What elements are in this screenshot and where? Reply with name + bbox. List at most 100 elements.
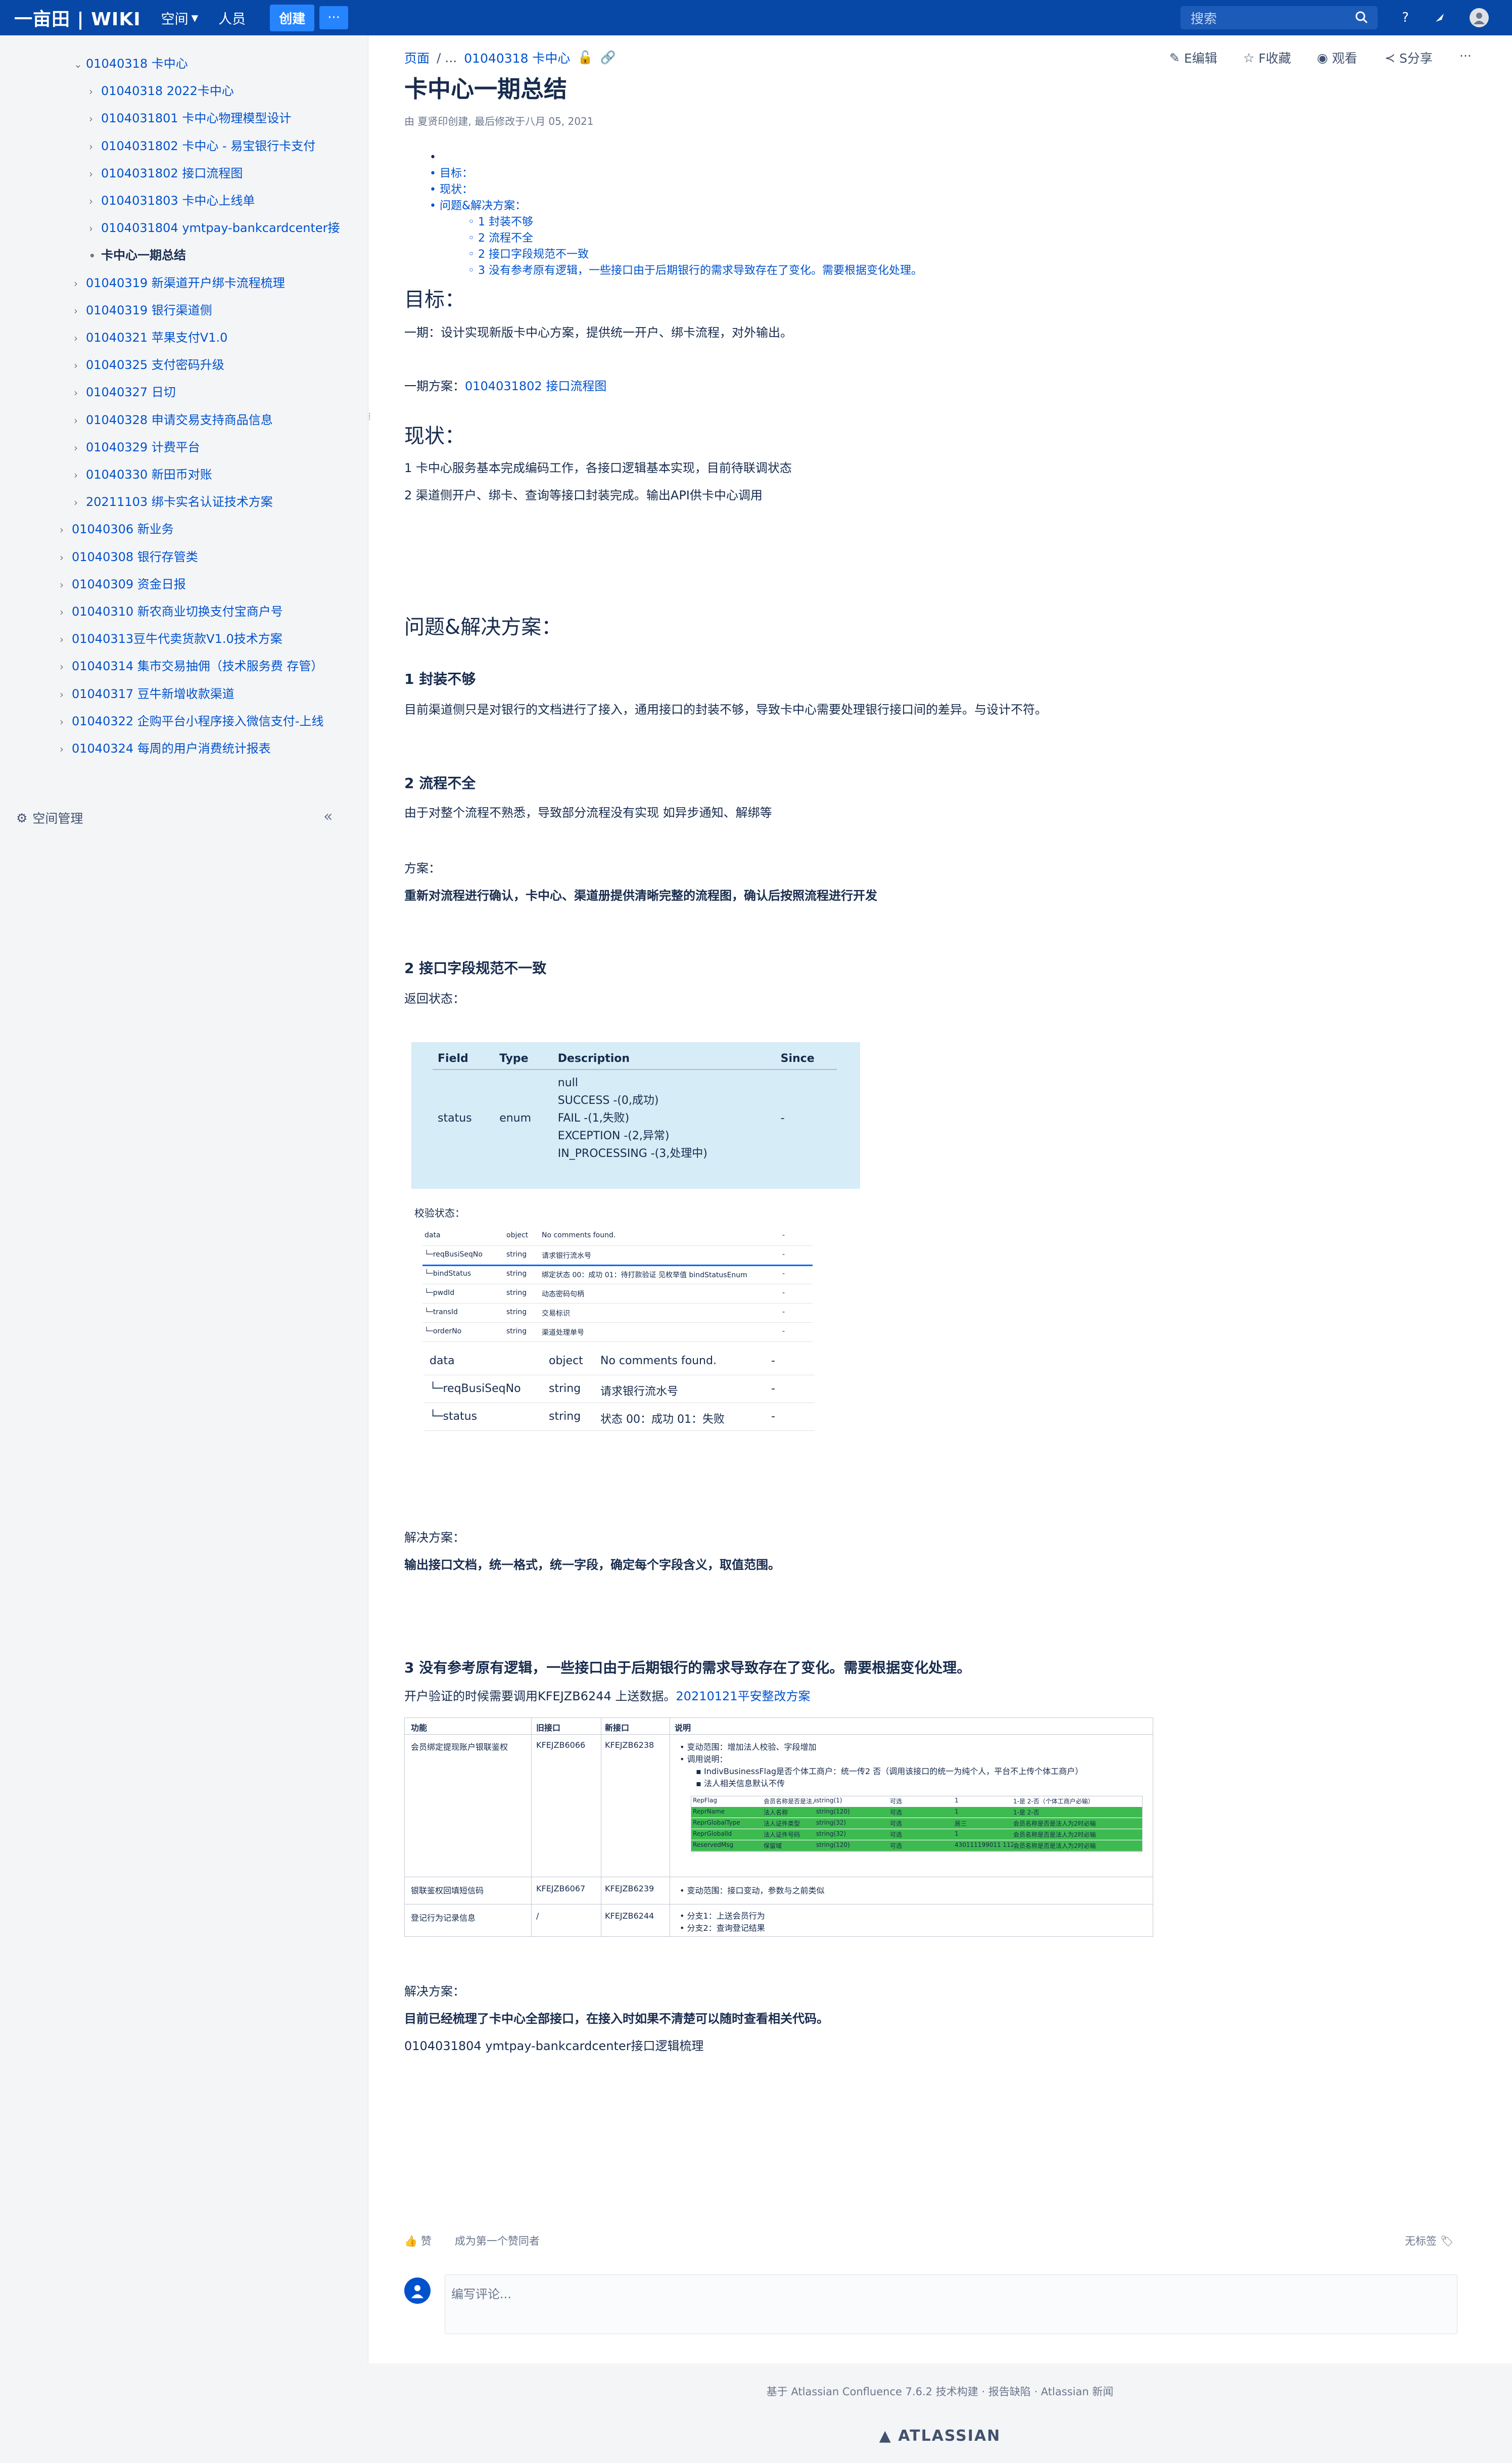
- footer-news[interactable]: Atlassian 新闻: [1041, 2386, 1114, 2398]
- help-icon[interactable]: ?: [1396, 8, 1415, 27]
- footer-built-by[interactable]: 基于 Atlassian Confluence 7.6.2 技术构建: [767, 2386, 978, 2398]
- sidebar-tree-item[interactable]: › 01040324 每周的用户消费统计报表: [60, 738, 354, 756]
- toc-item[interactable]: • 目标：: [430, 166, 922, 182]
- chevron-right-icon[interactable]: ›: [74, 277, 86, 290]
- wiki-logo[interactable]: 一亩田 | WIKI: [14, 5, 141, 31]
- breadcrumb-ellipsis[interactable]: / ...: [437, 51, 457, 65]
- chevron-right-icon[interactable]: ›: [74, 442, 86, 454]
- sidebar-tree-item[interactable]: › 01040325 支付密码升级: [74, 355, 354, 373]
- toc-item[interactable]: ◦ 1 封装不够: [468, 214, 922, 230]
- chevron-down-icon[interactable]: ⌄: [74, 58, 86, 70]
- chevron-right-icon[interactable]: ›: [74, 469, 86, 481]
- chevron-right-icon[interactable]: ›: [74, 305, 86, 317]
- chevron-right-icon[interactable]: ›: [74, 496, 86, 508]
- breadcrumb-parent[interactable]: 01040318 卡中心: [464, 49, 570, 67]
- problem-4-plan-link[interactable]: 0104031804 ymtpay-bankcardcenter接口逻辑梳理: [404, 2036, 704, 2054]
- sidebar-tree-item[interactable]: › 01040322 企购平台小程序接入微信支付-上线: [60, 711, 354, 729]
- sidebar-tree-item[interactable]: › 01040309 资金日报: [60, 574, 354, 592]
- sidebar-tree-item[interactable]: › 01040327 日切: [74, 382, 354, 400]
- sidebar-tree-item[interactable]: • 卡中心一期总结: [89, 245, 354, 263]
- chevron-right-icon[interactable]: ›: [89, 141, 101, 153]
- chevron-right-icon[interactable]: ›: [89, 85, 101, 98]
- watch-button[interactable]: ◉ 观看: [1317, 49, 1357, 67]
- toc-item[interactable]: ◦ 2 流程不全: [468, 230, 922, 247]
- sidebar-tree-item[interactable]: › 01040319 银行渠道侧: [74, 300, 354, 318]
- atlassian-logo[interactable]: ▲ ATLASSIAN: [368, 2427, 1512, 2445]
- chevron-right-icon[interactable]: ›: [60, 524, 72, 536]
- sidebar-tree-item[interactable]: › 01040310 新农商业切换支付宝商户号: [60, 601, 354, 619]
- sidebar-tree-item[interactable]: › 01040314 集市交易抽佣（技术服务费 存管）: [60, 656, 354, 674]
- sidebar-tree-item[interactable]: › 0104031801 卡中心物理模型设计: [89, 108, 354, 126]
- like-button[interactable]: 👍 赞: [404, 2233, 432, 2248]
- toc-item[interactable]: ◦ 3 没有参考原有逻辑，一些接口由于后期银行的需求导致存在了变化。需要根据变化…: [468, 263, 922, 279]
- sidebar-tree-item[interactable]: › 01040319 新渠道开户绑卡流程梳理: [74, 273, 354, 291]
- chevron-right-icon[interactable]: ›: [74, 359, 86, 371]
- chevron-right-icon[interactable]: ›: [60, 688, 72, 701]
- sidebar-tree-item[interactable]: › 0104031804 ymtpay-bankcardcenter接: [89, 218, 354, 236]
- chevron-right-icon[interactable]: ›: [60, 579, 72, 591]
- sidebar-tree-item[interactable]: › 20211103 绑卡实名认证技术方案: [74, 492, 354, 509]
- verify-cell: No comments found.: [542, 1231, 616, 1239]
- notification-icon[interactable]: [1430, 8, 1449, 27]
- chevron-right-icon[interactable]: ›: [60, 633, 72, 645]
- sidebar-tree-item[interactable]: › 01040313豆牛代卖货款V1.0技术方案: [60, 629, 354, 646]
- sidebar-tree-item[interactable]: › 01040328 申请交易支持商品信息: [74, 410, 354, 428]
- chevron-right-icon[interactable]: ›: [74, 414, 86, 427]
- chevron-right-icon[interactable]: ›: [89, 168, 101, 180]
- table-header: Description: [552, 1048, 776, 1070]
- sidebar-tree-item[interactable]: › 01040321 苹果支付V1.0: [74, 328, 354, 345]
- lock-icon[interactable]: 🔓: [577, 50, 593, 65]
- toc-item[interactable]: • 问题&解决方案：: [430, 198, 922, 214]
- more-actions-button[interactable]: ···: [1459, 49, 1472, 63]
- sidebar-tree-item[interactable]: › 01040330 新田币对账: [74, 464, 354, 482]
- chevron-right-icon[interactable]: ›: [74, 387, 86, 399]
- itable-cell: 登记行为记录信息: [411, 1913, 476, 1923]
- chevron-right-icon[interactable]: ›: [89, 113, 101, 125]
- bullet-icon[interactable]: •: [89, 250, 101, 262]
- chevron-right-icon[interactable]: ›: [60, 551, 72, 564]
- sidebar-tree-item[interactable]: › 01040318 2022卡中心: [89, 81, 354, 99]
- chevron-right-icon[interactable]: ›: [60, 716, 72, 728]
- sidebar-tree-item[interactable]: › 0104031803 卡中心上线单: [89, 191, 354, 208]
- edit-button[interactable]: ✎ E编辑: [1169, 49, 1217, 67]
- problem-4-link[interactable]: 20210121平安整改方案: [676, 1689, 810, 1703]
- chevron-right-icon[interactable]: ›: [60, 661, 72, 673]
- create-button[interactable]: 创建: [270, 4, 315, 31]
- goal-plan-link[interactable]: 0104031802 接口流程图: [465, 379, 606, 393]
- toc-item[interactable]: • 现状：: [430, 182, 922, 198]
- sidebar-tree-item[interactable]: › 0104031802 卡中心 - 易宝银行卡支付: [89, 136, 354, 154]
- sidebar-tree-label: 01040324 每周的用户消费统计报表: [72, 741, 271, 756]
- sidebar-tree-item[interactable]: ⌄ 01040318 卡中心: [74, 54, 354, 71]
- chevron-right-icon[interactable]: ›: [89, 222, 101, 235]
- sidebar-resize-handle[interactable]: ⁞: [368, 410, 371, 423]
- chevron-right-icon[interactable]: ›: [74, 332, 86, 344]
- verify-cell: -: [782, 1270, 785, 1278]
- sidebar-tree-item[interactable]: › 01040306 新业务: [60, 519, 354, 537]
- create-more-button[interactable]: ···: [319, 6, 348, 29]
- sidebar-tree-label: 01040309 资金日报: [72, 577, 186, 591]
- sidebar-tree-item[interactable]: › 01040329 计费平台: [74, 437, 354, 455]
- comment-input[interactable]: 编写评论...: [445, 2274, 1457, 2334]
- space-management-link[interactable]: ⚙ 空间管理: [16, 809, 83, 827]
- spaces-menu[interactable]: 空间 ▾: [161, 8, 199, 28]
- sidebar-tree-label: 01040330 新田币对账: [86, 468, 212, 482]
- chevron-right-icon[interactable]: ›: [60, 743, 72, 755]
- search-icon[interactable]: [1354, 10, 1368, 28]
- collapse-sidebar-button[interactable]: «: [323, 808, 333, 825]
- breadcrumb-root[interactable]: 页面: [404, 49, 430, 67]
- search-input[interactable]: 搜索: [1180, 6, 1378, 29]
- avatar[interactable]: [1470, 8, 1489, 27]
- sidebar-tree-item[interactable]: › 01040308 银行存管类: [60, 547, 354, 565]
- labels-area[interactable]: 无标签 🏷: [1405, 2233, 1453, 2248]
- footer-report-bug[interactable]: 报告缺陷: [988, 2386, 1031, 2398]
- chevron-right-icon[interactable]: ›: [89, 195, 101, 207]
- link-icon[interactable]: 🔗: [600, 50, 616, 65]
- toc-item[interactable]: ◦ 2 接口字段规范不一致: [468, 247, 922, 263]
- sidebar-tree-item[interactable]: › 0104031802 接口流程图: [89, 163, 354, 181]
- share-button[interactable]: ≺ S分享: [1385, 49, 1433, 67]
- sidebar-tree-item[interactable]: › 01040317 豆牛新增收款渠道: [60, 684, 354, 702]
- chevron-right-icon[interactable]: ›: [60, 606, 72, 618]
- people-menu[interactable]: 人员: [218, 8, 246, 28]
- star-button[interactable]: ☆ F收藏: [1243, 49, 1291, 67]
- row-divider: [422, 1322, 813, 1323]
